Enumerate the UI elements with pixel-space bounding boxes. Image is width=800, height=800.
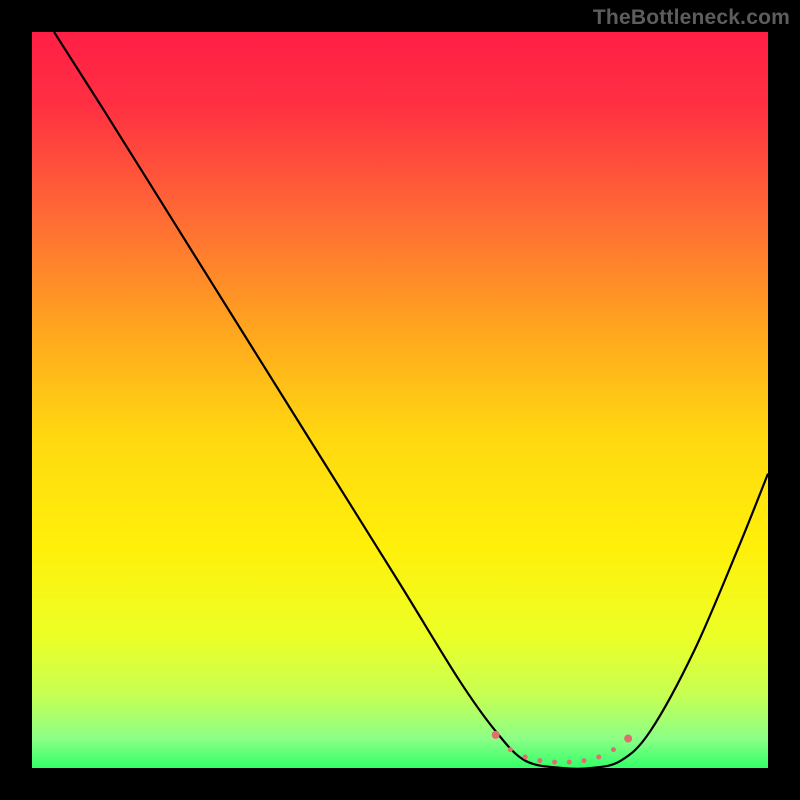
gradient-background: [32, 32, 768, 768]
chart-svg: [32, 32, 768, 768]
marker-dot: [523, 754, 528, 759]
marker-dot: [624, 735, 632, 743]
marker-dot: [567, 760, 572, 765]
watermark-text: TheBottleneck.com: [593, 6, 790, 30]
marker-dot: [596, 754, 601, 759]
marker-dot: [492, 731, 500, 739]
marker-dot: [537, 758, 542, 763]
marker-dot: [552, 760, 557, 765]
marker-dot: [582, 758, 587, 763]
marker-dot: [508, 747, 513, 752]
marker-dot: [611, 747, 616, 752]
chart-frame: [32, 32, 768, 768]
